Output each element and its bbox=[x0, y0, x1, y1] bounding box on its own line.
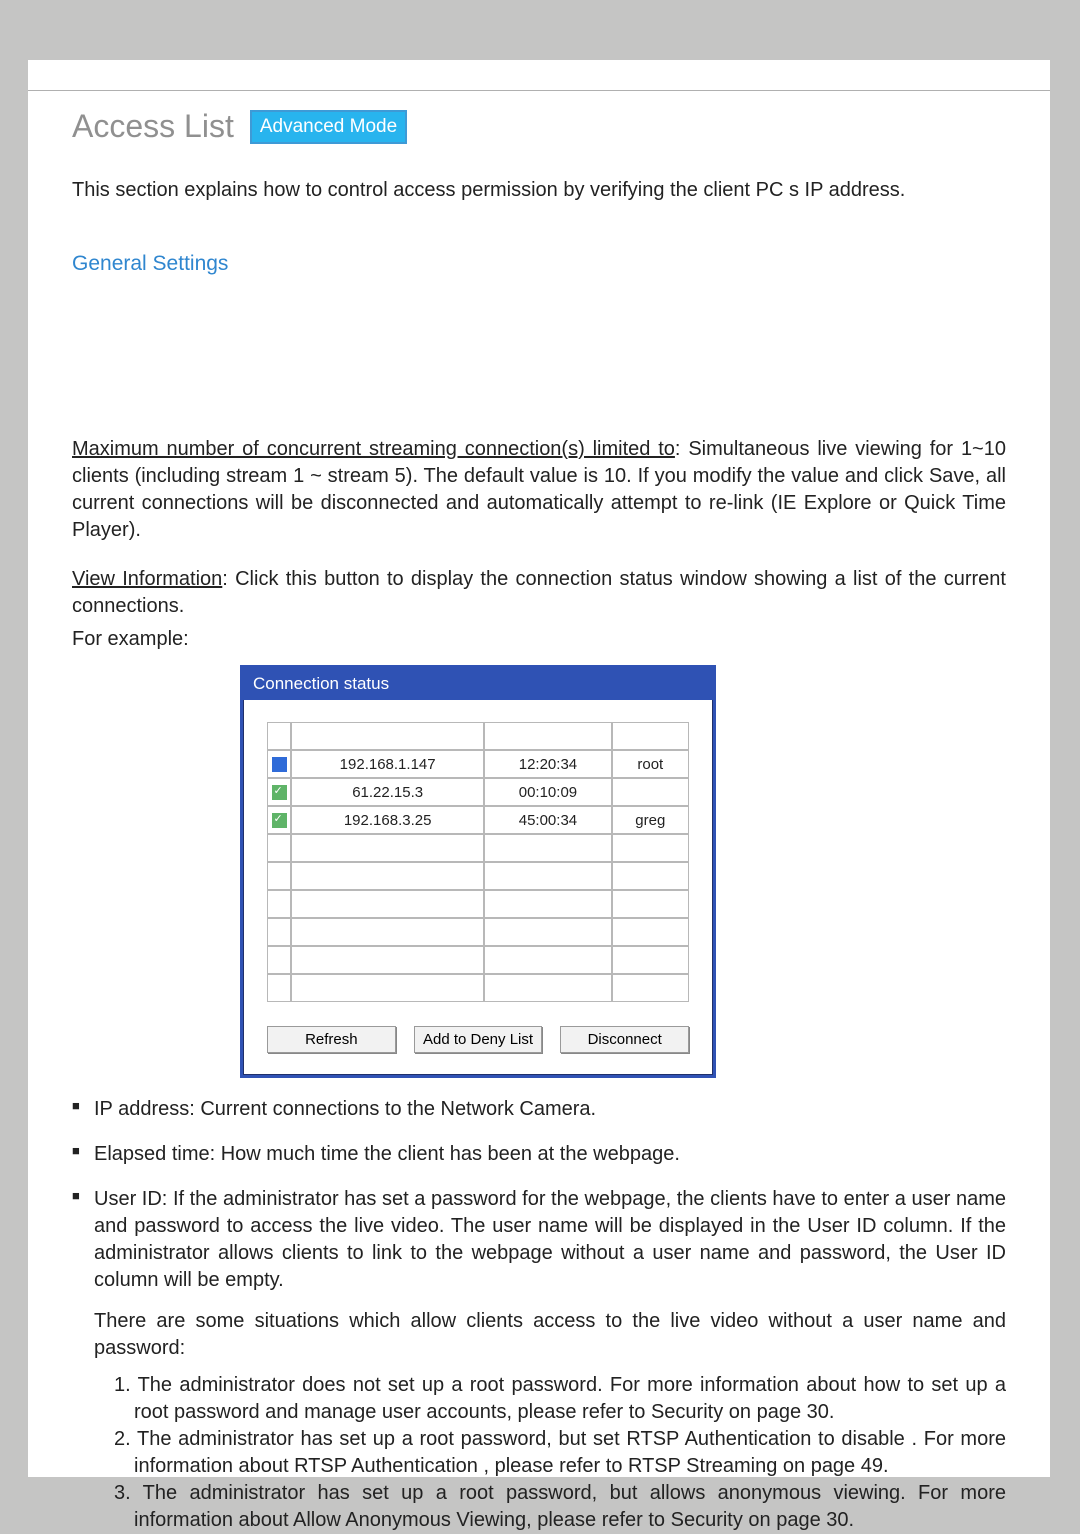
for-example-label: For example: bbox=[72, 626, 1006, 653]
connection-status-title: Connection status bbox=[243, 668, 713, 700]
bullet-elapsed-time: Elapsed time: How much time the client h… bbox=[72, 1141, 1006, 1168]
max-connections-paragraph: Maximum number of concurrent streaming c… bbox=[72, 436, 1006, 544]
table-row[interactable] bbox=[267, 862, 689, 890]
numbered-item-3: 3. The administrator has set up a root p… bbox=[94, 1480, 1006, 1534]
view-information-paragraph: View Information: Click this button to d… bbox=[72, 566, 1006, 620]
horizontal-rule bbox=[28, 90, 1050, 91]
intro-text: This section explains how to control acc… bbox=[72, 177, 1006, 204]
refresh-button[interactable]: Refresh bbox=[267, 1026, 396, 1053]
table-row[interactable] bbox=[267, 890, 689, 918]
numbered-item-2: 2. The administrator has set up a root p… bbox=[94, 1426, 1006, 1480]
connection-status-table: 192.168.1.14712:20:34root 61.22.15.300:1… bbox=[267, 722, 689, 1002]
table-row[interactable] bbox=[267, 946, 689, 974]
advanced-mode-badge: Advanced Mode bbox=[250, 110, 407, 144]
table-header-row bbox=[267, 722, 689, 750]
table-row[interactable]: 192.168.1.14712:20:34root bbox=[267, 750, 689, 778]
page-title: Access List bbox=[72, 108, 234, 145]
table-row[interactable] bbox=[267, 834, 689, 862]
table-row[interactable] bbox=[267, 974, 689, 1002]
bullet-ip-address: IP address: Current connections to the N… bbox=[72, 1096, 1006, 1123]
general-settings-heading: General Settings bbox=[72, 252, 1006, 276]
numbered-item-1: 1. The administrator does not set up a r… bbox=[94, 1372, 1006, 1426]
connection-status-window: Connection status 192.168.1.14712:20:34r… bbox=[240, 665, 716, 1078]
bullet-user-id: User ID: If the administrator has set a … bbox=[72, 1186, 1006, 1534]
table-row[interactable] bbox=[267, 918, 689, 946]
check-icon[interactable] bbox=[272, 813, 287, 828]
table-row[interactable]: 192.168.3.2545:00:34greg bbox=[267, 806, 689, 834]
disconnect-button[interactable]: Disconnect bbox=[560, 1026, 689, 1053]
add-to-deny-list-button[interactable]: Add to Deny List bbox=[414, 1026, 543, 1053]
check-icon[interactable] bbox=[272, 785, 287, 800]
select-icon[interactable] bbox=[272, 757, 287, 772]
table-row[interactable]: 61.22.15.300:10:09 bbox=[267, 778, 689, 806]
